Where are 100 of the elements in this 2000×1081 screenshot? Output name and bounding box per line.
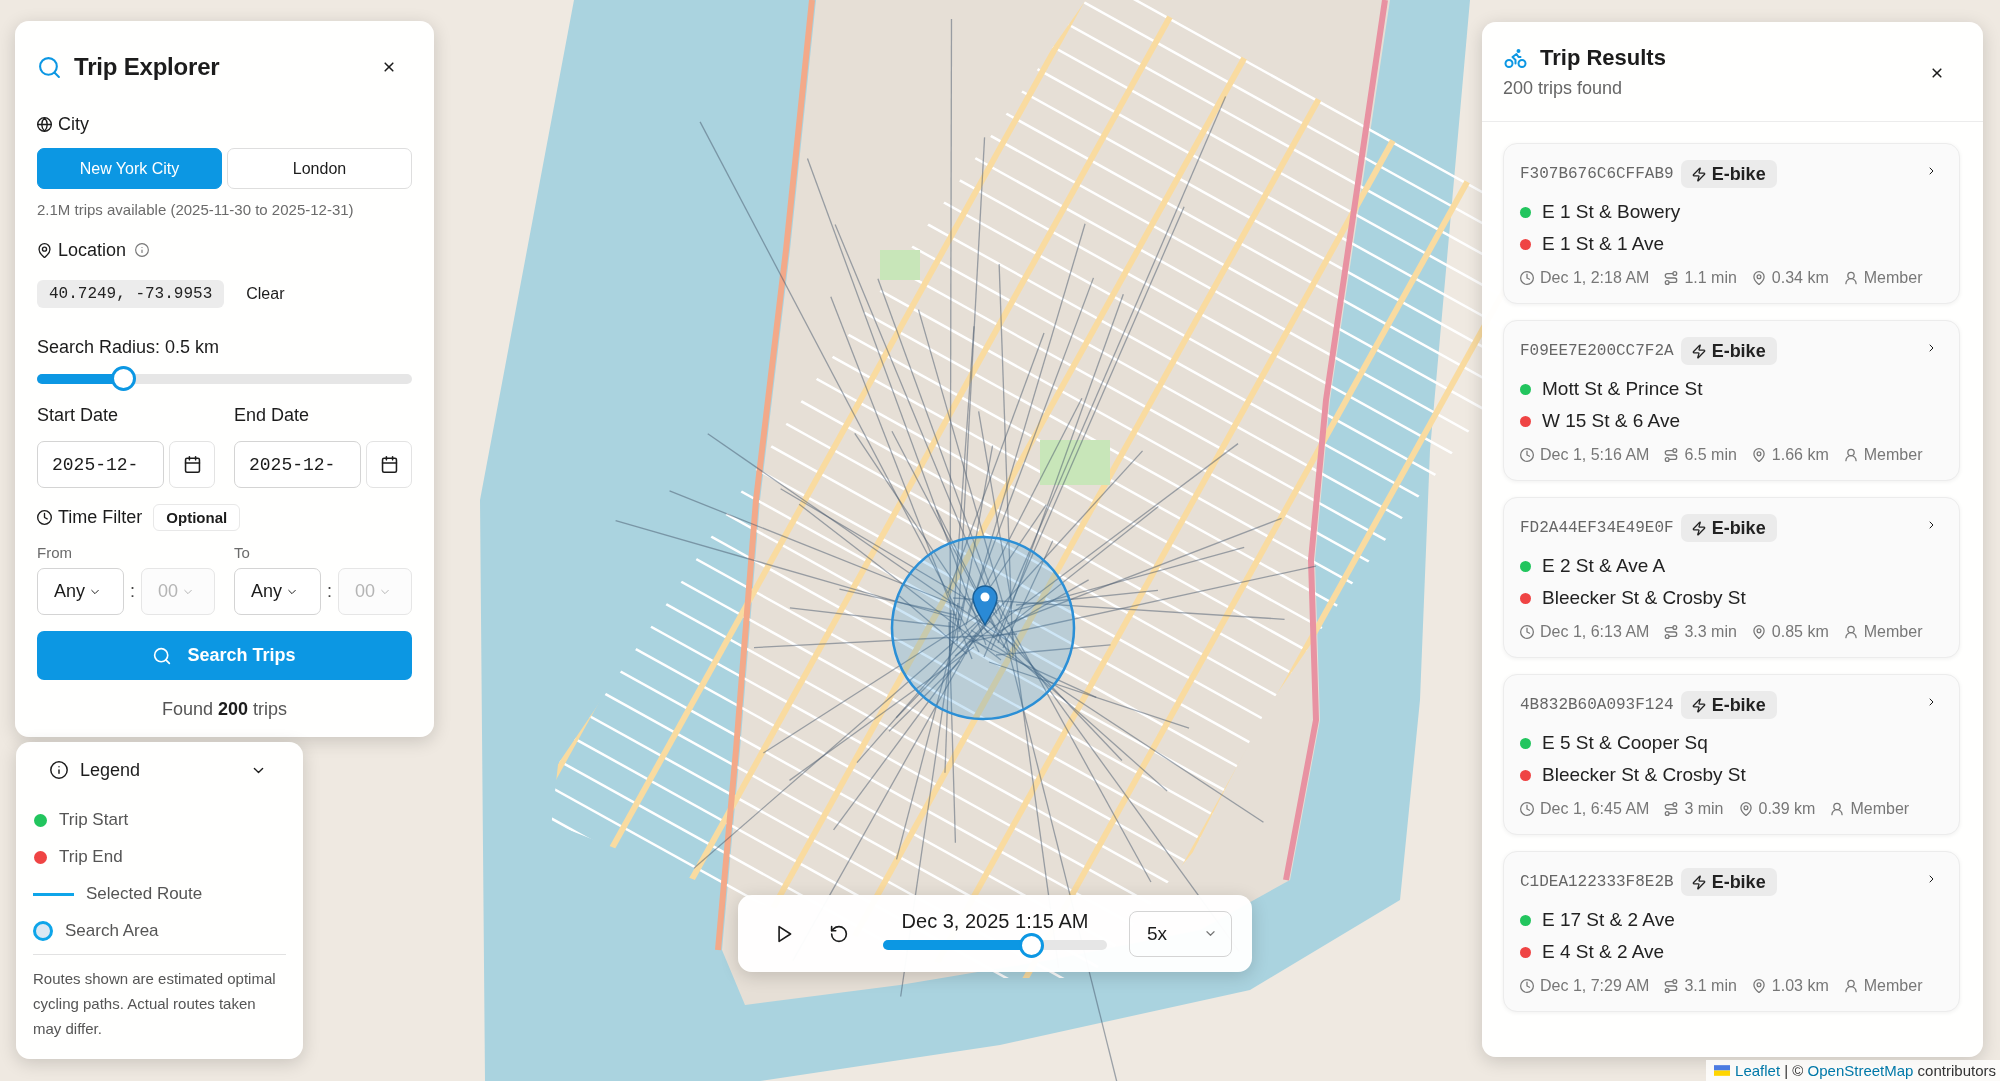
trip-time: Dec 1, 6:13 AM [1540,623,1650,641]
end-station: Bleecker St & Crosby St [1542,587,1746,609]
bike-type-badge: E-bike [1680,691,1777,719]
play-icon [775,924,793,943]
bike-type-badge: E-bike [1680,868,1777,896]
coordinates-chip: 40.7249, -73.9953 [37,280,225,308]
trip-id: C1DEA122333F8E2B [1520,873,1674,891]
trip-id: FD2A44EF34E49E0F [1520,519,1674,537]
city-option[interactable]: London [227,148,412,189]
slider-handle[interactable] [110,366,136,391]
attribution-link[interactable]: OpenStreetMap [1807,1062,1914,1079]
attribution-text: Leaflet | © OpenStreetMap contributors [1735,1062,1996,1079]
lightning-icon [1691,343,1706,359]
speed-select[interactable]: 5x [1129,910,1232,957]
location-pin-icon[interactable] [972,585,998,626]
bike-type-badge: E-bike [1680,514,1777,542]
trip-duration: 3 min [1684,800,1724,818]
start-station: Mott St & Prince St [1542,378,1703,400]
close-icon [1930,65,1944,80]
radius-label: Search Radius: 0.5 km [37,336,221,358]
lightning-icon [1691,874,1706,890]
rider-type: Member [1863,446,1923,464]
trip-card[interactable]: 4B832B60A093F124 E-bike E 5 St & Cooper Sq Bleecker St & Crosby St Dec 1, 6:45 AM 3 min 0.39 km Member [1503,674,1960,835]
trip-time: Dec 1, 2:18 AM [1540,269,1650,287]
clock-icon [1520,271,1534,285]
user-icon [1843,979,1858,993]
trip-card[interactable]: F09EE7E200CC7F2A E-bike Mott St & Prince St W 15 St & 6 Ave Dec 1, 5:16 AM 6.5 min 1.66 km Member [1503,320,1960,481]
trip-duration: 3.1 min [1684,977,1737,995]
hour-select[interactable]: Any [234,568,321,615]
legend-toggle[interactable]: Legend [33,758,286,782]
time-separator: : [326,581,333,602]
rider-type: Member [1863,977,1923,995]
bicycle-icon [1503,47,1528,69]
start-dot-icon [1520,560,1531,572]
end-dot-icon [1520,592,1531,604]
clock-icon [1520,802,1534,816]
map-pin-icon [1751,448,1766,462]
trip-time: Dec 1, 7:29 AM [1540,977,1650,995]
trip-duration: 6.5 min [1684,446,1737,464]
results-count: 200 trips found [1503,77,1624,99]
map-pin-icon [1751,625,1766,639]
user-icon [1843,625,1858,639]
date-field[interactable]: 2025-12- [234,441,361,488]
user-icon [1830,802,1845,816]
rider-type: Member [1863,269,1923,287]
trip-id: 4B832B60A093F124 [1520,696,1674,714]
calendar-icon [183,456,201,473]
clear-button[interactable]: Clear [234,280,297,308]
playback-time: Dec 3, 2025 1:15 AM [901,909,1089,932]
legend-label: Trip End [59,847,123,867]
calendar-icon [380,456,398,473]
trip-time: Dec 1, 6:45 AM [1540,800,1650,818]
start-station: E 17 St & 2 Ave [1542,909,1675,931]
city-label: City [58,113,89,135]
map-pin-icon [1751,979,1766,993]
route-icon [1664,979,1679,993]
trip-distance: 0.39 km [1758,800,1816,818]
map-pin-icon [1751,271,1766,285]
rider-type: Member [1863,623,1923,641]
calendar-button[interactable] [366,441,412,488]
timeline-slider[interactable] [883,932,1107,958]
time-range-label: From [37,544,73,562]
date-field[interactable]: 2025-12- [37,441,164,488]
bike-type-badge: E-bike [1680,160,1777,188]
start-dot-icon [1520,383,1531,395]
end-station: W 15 St & 6 Ave [1542,410,1680,432]
start-dot-icon [1520,206,1531,218]
trip-distance: 0.85 km [1771,623,1829,641]
end-dot-icon [1520,769,1531,781]
start-dot-icon [1520,737,1531,749]
hour-select[interactable]: Any [37,568,124,615]
optional-badge: Optional [153,504,241,531]
attribution-link[interactable]: Leaflet [1735,1062,1781,1079]
trip-card[interactable]: FD2A44EF34E49E0F E-bike E 2 St & Ave A Bleecker St & Crosby St Dec 1, 6:13 AM 3.3 min 0.85 km Member [1503,497,1960,658]
route-icon [1664,625,1679,639]
timeline-handle[interactable] [1019,932,1045,958]
clock-icon [1520,625,1534,639]
end-station: E 1 St & 1 Ave [1542,233,1665,255]
lightning-icon [1691,166,1706,182]
info-icon [135,243,150,257]
start-station: E 2 St & Ave A [1542,555,1666,577]
map-pin-icon [37,242,52,258]
lightning-icon [1691,520,1706,536]
reset-icon [830,924,848,943]
trip-id: F307B676C6CFFAB9 [1520,165,1674,183]
trip-card[interactable]: F307B676C6CFFAB9 E-bike E 1 St & Bowery E 1 St & 1 Ave Dec 1, 2:18 AM 1.1 min 0.34 km Member [1503,143,1960,304]
end-station: E 4 St & 2 Ave [1542,941,1665,963]
rider-type: Member [1850,800,1910,818]
radius-slider[interactable] [37,366,412,391]
trip-distance: 0.34 km [1771,269,1829,287]
close-icon [382,60,396,74]
date-label: Start Date [37,404,120,426]
flag-icon [1714,1065,1731,1076]
calendar-button[interactable] [169,441,215,488]
user-icon [1843,271,1858,285]
clock-icon [1520,979,1534,993]
globe-icon [37,116,52,132]
trip-card[interactable]: C1DEA122333F8E2B E-bike E 17 St & 2 Ave E 4 St & 2 Ave Dec 1, 7:29 AM 3.1 min 1.03 km Member [1503,851,1960,1012]
start-station: E 5 St & Cooper Sq [1542,732,1708,754]
legend-note: Routes shown are estimated optimal cycling paths. Actual routes taken may differ. [33,969,277,1039]
